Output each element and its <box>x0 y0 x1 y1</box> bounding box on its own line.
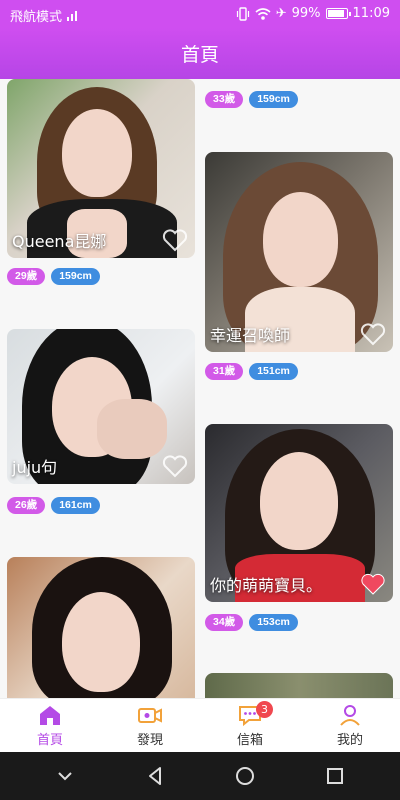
height-tag: 161cm <box>51 497 100 514</box>
nav-label: 發現 <box>136 733 163 748</box>
profile-tags: 29歲 159cm <box>7 268 100 285</box>
height-tag: 153cm <box>249 614 298 631</box>
profile-photo[interactable]: Queena昆娜 <box>7 79 195 258</box>
nav-item-me[interactable]: 我的 <box>300 699 400 752</box>
profile-photo[interactable] <box>7 557 195 698</box>
profile-name: 幸運召喚師 <box>210 326 291 345</box>
battery-percent: 99% <box>291 6 321 21</box>
profile-photo[interactable]: juju句 <box>7 329 195 484</box>
age-tag: 33歲 <box>205 91 244 108</box>
nav-item-discover[interactable]: 發現 <box>100 699 200 752</box>
profile-feed[interactable]: Queena昆娜 29歲 159cm juju句 26歲 161cm 33歲 1… <box>0 79 400 698</box>
profile-card[interactable] <box>7 557 195 698</box>
profile-card[interactable] <box>205 673 393 698</box>
nav-item-home[interactable]: 首頁 <box>0 699 100 752</box>
profile-name: Queena昆娜 <box>12 232 107 251</box>
profile-tags: 26歲 161cm <box>7 497 100 514</box>
height-tag: 159cm <box>51 268 100 285</box>
heart-outline-icon[interactable] <box>161 226 189 254</box>
heart-outline-icon[interactable] <box>161 452 189 480</box>
profile-card[interactable]: 你的萌萌寶貝。 34歲 153cm <box>205 424 393 631</box>
system-nav-bar <box>0 752 400 800</box>
height-tag: 151cm <box>249 363 298 380</box>
profile-photo[interactable]: 幸運召喚師 <box>205 152 393 352</box>
home-icon <box>40 706 60 725</box>
status-right: ✈ 99% 11:09 <box>236 6 390 21</box>
profile-photo[interactable]: 你的萌萌寶貝。 <box>205 424 393 602</box>
signal-icon <box>67 10 78 21</box>
chevron-down-icon[interactable] <box>53 764 77 788</box>
profile-name: 你的萌萌寶貝。 <box>210 576 323 595</box>
page-title: 首頁 <box>180 44 219 66</box>
recents-square-icon[interactable] <box>323 764 347 788</box>
age-tag: 26歲 <box>7 497 46 514</box>
profile-card[interactable]: 幸運召喚師 31歲 151cm <box>205 152 393 380</box>
nav-item-inbox[interactable]: 信箱 3 <box>200 699 300 752</box>
age-tag: 31歲 <box>205 363 244 380</box>
profile-tags: 33歲 159cm <box>205 91 298 108</box>
battery-icon <box>325 8 351 19</box>
profile-card[interactable]: Queena昆娜 29歲 159cm <box>7 79 195 285</box>
age-tag: 29歲 <box>7 268 46 285</box>
airplane-mode-text: 飛航模式 <box>10 10 63 25</box>
user-icon <box>340 705 360 726</box>
profile-tags: 31歲 151cm <box>205 363 298 380</box>
status-bar: 飛航模式 ✈ 99% 11:09 <box>0 0 400 28</box>
clock: 11:09 <box>352 6 390 21</box>
wifi-icon <box>255 7 271 20</box>
nav-label: 信箱 <box>236 733 263 748</box>
airplane-icon: ✈ <box>275 6 287 21</box>
home-circle-icon[interactable] <box>233 764 257 788</box>
back-icon[interactable] <box>143 764 167 788</box>
nav-label: 我的 <box>336 733 363 748</box>
profile-name: juju句 <box>12 458 58 477</box>
status-left: 飛航模式 <box>10 6 78 25</box>
profile-card[interactable]: juju句 26歲 161cm <box>7 329 195 514</box>
profile-photo[interactable] <box>205 673 393 698</box>
unread-badge: 3 <box>256 701 273 718</box>
heart-outline-icon[interactable] <box>359 320 387 348</box>
bottom-nav: 首頁 發現 信箱 3 我的 <box>0 698 400 752</box>
profile-tags: 34歲 153cm <box>205 614 298 631</box>
heart-filled-icon[interactable] <box>359 570 387 598</box>
nav-label: 首頁 <box>36 733 63 748</box>
vibrate-icon <box>236 6 249 21</box>
app-header: 首頁 <box>0 28 400 79</box>
height-tag: 159cm <box>249 91 298 108</box>
video-camera-icon <box>138 708 162 723</box>
age-tag: 34歲 <box>205 614 244 631</box>
